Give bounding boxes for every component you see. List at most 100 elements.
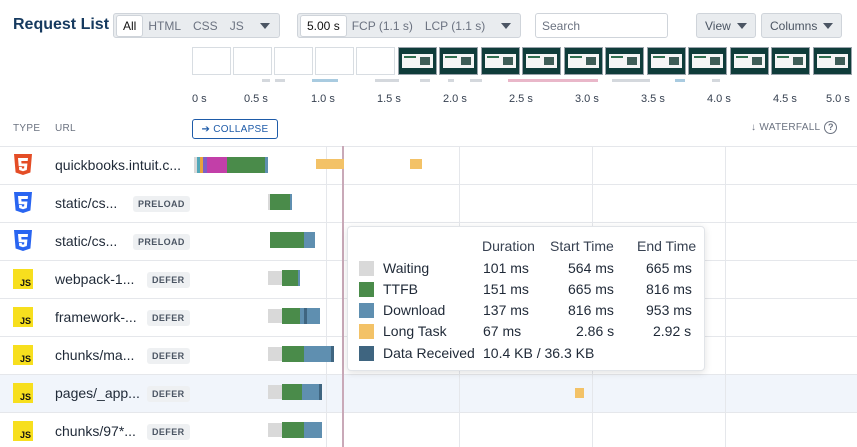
filmstrip-screenshot[interactable] (647, 47, 686, 75)
filmstrip-frame[interactable] (356, 47, 395, 75)
activity-bar (312, 79, 338, 82)
chevron-down-icon (823, 22, 834, 29)
request-url[interactable]: webpack-1... (55, 271, 134, 287)
activity-bar (508, 79, 598, 82)
js-icon: JS (13, 421, 33, 441)
waterfall-segment (268, 423, 282, 437)
tooltip-start: 665 ms (568, 281, 614, 297)
legend-swatch (359, 324, 374, 339)
css3-icon (14, 230, 32, 251)
filmstrip-screenshot[interactable] (813, 47, 852, 75)
waterfall-segment (304, 346, 332, 362)
legend-swatch (359, 346, 374, 361)
waterfall-segment (270, 232, 304, 248)
filmstrip-screenshot[interactable] (398, 47, 437, 75)
filmstrip-frame[interactable] (274, 47, 313, 75)
long-task (575, 388, 584, 398)
table-row[interactable] (0, 184, 857, 222)
time-range-5s[interactable]: 5.00 s (301, 15, 346, 36)
axis-label: 3.0 s (575, 93, 599, 105)
columns-button[interactable]: Columns (761, 13, 843, 38)
axis-label: 1.5 s (377, 93, 401, 105)
waterfall-segment (290, 194, 292, 210)
waterfall-segment (331, 346, 334, 362)
tooltip-duration: 137 ms (483, 302, 529, 318)
defer-badge: DEFER (147, 348, 190, 364)
filter-all[interactable]: All (117, 15, 143, 36)
help-icon[interactable]: ? (824, 121, 838, 134)
activity-bar (675, 79, 685, 82)
activity-bar (712, 79, 720, 82)
gridline (326, 146, 327, 447)
tooltip-duration: 67 ms (483, 323, 522, 339)
filmstrip-screenshot[interactable] (564, 47, 603, 75)
waterfall-segment (282, 384, 302, 400)
request-url[interactable]: chunks/97*... (55, 423, 136, 439)
axis-label: 3.5 s (641, 93, 665, 105)
axis-label: 2.5 s (509, 93, 533, 105)
request-url[interactable]: static/cs... (55, 233, 117, 249)
tooltip-start: 564 ms (568, 260, 614, 276)
js-icon: JS (13, 269, 33, 289)
filmstrip-screenshot[interactable] (481, 47, 520, 75)
filmstrip-screenshot[interactable] (439, 47, 478, 75)
tooltip-header-duration: Duration (482, 238, 535, 254)
waterfall-segment (282, 308, 300, 324)
filter-js[interactable]: JS (224, 16, 250, 36)
column-header-waterfall[interactable]: ↓ WATERFALL ? (751, 121, 838, 134)
tooltip-start: 2.86 s (576, 323, 615, 339)
tooltip-end: 816 ms (646, 281, 692, 297)
time-range-fcp[interactable]: FCP (1.1 s) (346, 16, 419, 36)
defer-badge: DEFER (147, 310, 190, 326)
defer-badge: DEFER (147, 386, 190, 402)
activity-bar (470, 79, 482, 82)
tooltip-duration: 101 ms (483, 260, 529, 276)
tooltip-row-download: Download 137 ms 816 ms 953 ms (348, 300, 706, 320)
request-url[interactable]: pages/_app... (55, 385, 140, 401)
waterfall-segment (304, 232, 315, 248)
time-marker (342, 146, 344, 447)
waterfall-label: ↓ WATERFALL (751, 122, 821, 133)
waterfall-segment (268, 385, 282, 399)
filter-html[interactable]: HTML (142, 16, 187, 36)
activity-bar (420, 79, 430, 82)
tooltip-row-data-received: Data Received 10.4 KB / 36.3 KB (348, 343, 706, 363)
filmstrip-screenshot[interactable] (730, 47, 769, 75)
request-url[interactable]: chunks/ma... (55, 347, 134, 363)
filmstrip-screenshot[interactable] (688, 47, 727, 75)
waterfall-segment (300, 308, 320, 324)
filmstrip-frame[interactable] (233, 47, 272, 75)
request-url[interactable]: framework-... (55, 309, 137, 325)
time-range-lcp[interactable]: LCP (1.1 s) (419, 16, 491, 36)
filmstrip-screenshot[interactable] (605, 47, 644, 75)
chevron-down-icon[interactable] (259, 22, 270, 29)
filmstrip-frame[interactable] (315, 47, 354, 75)
request-url[interactable]: static/cs... (55, 195, 117, 211)
request-url[interactable]: quickbooks.intuit.c... (55, 157, 181, 173)
axis-label: 0 s (192, 93, 207, 105)
tooltip-label: Long Task (383, 323, 447, 339)
gridline (725, 146, 726, 447)
filmstrip-frame[interactable] (192, 47, 231, 75)
waterfall-segment (227, 157, 265, 173)
defer-badge: DEFER (147, 272, 190, 288)
columns-button-label: Columns (770, 18, 818, 33)
axis-label: 5.0 s (826, 93, 850, 105)
waterfall-segment (319, 384, 322, 400)
search-input[interactable] (535, 13, 668, 38)
column-header-type[interactable]: TYPE (13, 123, 40, 134)
tooltip-end: 2.92 s (653, 323, 692, 339)
waterfall-segment (282, 422, 304, 438)
column-header-url[interactable]: URL (55, 123, 76, 134)
filmstrip-screenshot[interactable] (771, 47, 810, 75)
page-title: Request List (13, 16, 110, 33)
chevron-down-icon (736, 22, 747, 29)
filmstrip-screenshot[interactable] (522, 47, 561, 75)
chevron-down-icon[interactable] (501, 22, 512, 29)
view-button[interactable]: View (696, 13, 756, 38)
axis-label: 4.5 s (773, 93, 797, 105)
collapse-button[interactable]: ➔ COLLAPSE (192, 119, 278, 139)
filter-css[interactable]: CSS (187, 16, 224, 36)
defer-badge: DEFER (147, 424, 190, 440)
tooltip-start: 816 ms (568, 302, 614, 318)
